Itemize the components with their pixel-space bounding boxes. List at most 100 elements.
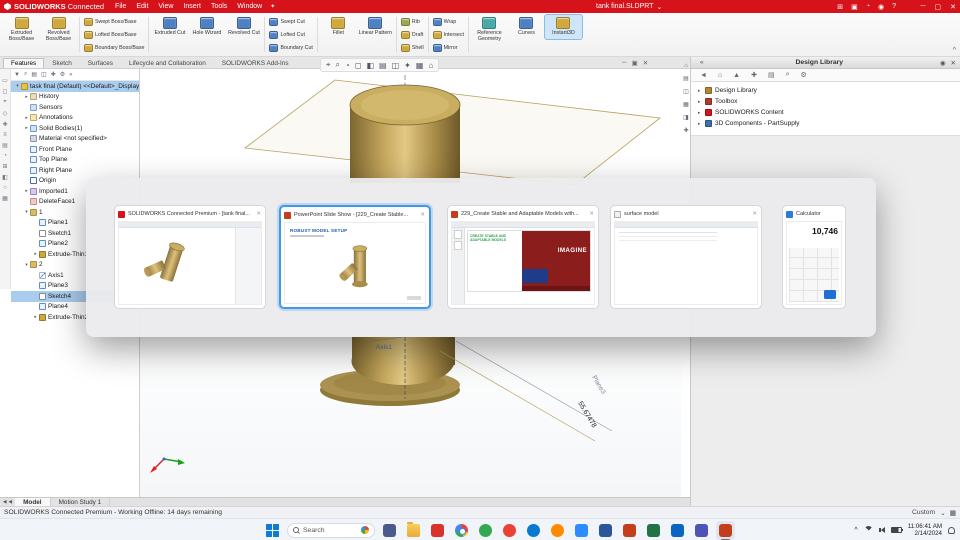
notifications-icon[interactable]	[948, 526, 955, 534]
tab-scroll-arrows[interactable]: ◀ ◀	[0, 499, 15, 505]
commandmanager-tab[interactable]: Lifecycle and Collaboration	[121, 58, 214, 68]
tree-item[interactable]: Material <not specified>	[11, 134, 139, 145]
tree-item[interactable]: ▸ Annotations	[11, 113, 139, 124]
hud-icon[interactable]: ⌕	[336, 60, 340, 70]
ribbon-button[interactable]: Swept Boss/Base	[82, 15, 139, 28]
taskbar-app-icon[interactable]	[476, 521, 495, 540]
tree-item[interactable]: Front Plane	[11, 144, 139, 155]
left-edge-icon[interactable]: ⌖	[3, 99, 6, 106]
ribbon-button[interactable]: Boundary Boss/Base	[82, 41, 146, 54]
task-pane-tab-icon[interactable]: ▤	[683, 75, 689, 82]
window-control-button[interactable]: ✕	[950, 3, 956, 11]
start-button[interactable]	[263, 521, 282, 540]
left-edge-icon[interactable]: ▤	[2, 142, 8, 149]
menu-item[interactable]: Insert	[178, 0, 206, 13]
library-toolbar-icon[interactable]: ▤	[768, 71, 775, 79]
tab-scroll-arrow-icon[interactable]: ◀	[8, 499, 14, 505]
library-tree-item[interactable]: ▸ 3D Components - PartSupply	[691, 118, 960, 129]
ribbon-button[interactable]: Lofted Boss/Base	[82, 28, 139, 41]
ribbon-button[interactable]: Swept Cut	[267, 15, 306, 28]
left-edge-icon[interactable]: ▭	[2, 77, 8, 84]
tree-item[interactable]: Sensors	[11, 102, 139, 113]
ribbon-button[interactable]: Mirror	[431, 41, 460, 54]
taskbar-app-icon[interactable]	[692, 521, 711, 540]
tree-toolbar-icon[interactable]: ⚙	[60, 71, 65, 78]
titlebar-icon[interactable]: ▣	[851, 3, 858, 11]
library-tree-item[interactable]: ▸ SOLIDWORKS Content	[691, 107, 960, 118]
tree-toolbar-icon[interactable]: ▼	[14, 72, 20, 78]
battery-icon[interactable]	[890, 527, 903, 533]
expand-arrow-icon[interactable]: ▸	[23, 94, 30, 100]
switcher-card-solidworks[interactable]: SOLIDWORKS Connected Premium - [tank fin…	[114, 205, 266, 309]
left-edge-icon[interactable]: ◻	[3, 88, 8, 95]
menu-item[interactable]: Window	[232, 0, 267, 13]
menu-item[interactable]: Tools	[206, 0, 232, 13]
commandmanager-tab[interactable]: Surfaces	[80, 58, 121, 68]
status-icon[interactable]: ⌄	[940, 509, 946, 517]
library-toolbar-icon[interactable]: ⌕	[786, 71, 790, 79]
library-toolbar-icon[interactable]: ⌂	[718, 72, 722, 79]
ribbon-collapse-button[interactable]: ^	[953, 47, 956, 54]
task-pane-tab-icon[interactable]: ✚	[683, 127, 688, 134]
task-pane-tab-icon[interactable]: ⌂	[684, 63, 688, 69]
hud-icon[interactable]: ▦	[416, 61, 424, 70]
ribbon-button[interactable]: Lofted Cut	[267, 28, 306, 41]
ribbon-button[interactable]: Extruded Boss/Base	[3, 15, 40, 45]
taskbar-app-icon[interactable]	[716, 520, 735, 540]
tree-toolbar-icon[interactable]: ✚	[51, 71, 56, 78]
library-toolbar-icon[interactable]: ⚙	[801, 71, 807, 79]
ribbon-button[interactable]: Linear Pattern	[357, 15, 394, 39]
left-edge-icon[interactable]: ✚	[2, 121, 7, 128]
ribbon-button[interactable]: Wrap	[431, 15, 459, 28]
commandmanager-tab[interactable]: Sketch	[44, 58, 80, 68]
hud-icon[interactable]: ▤	[379, 61, 387, 70]
ribbon-button[interactable]: Extruded Cut	[151, 15, 188, 39]
ribbon-button[interactable]: Boundary Cut	[267, 41, 314, 54]
task-pane-tab-icon[interactable]: ◫	[683, 88, 689, 95]
commandmanager-tab[interactable]: SOLIDWORKS Add-Ins	[214, 58, 297, 68]
ribbon-button[interactable]: Instant3D	[543, 14, 583, 40]
hud-icon[interactable]: ◔	[345, 61, 350, 70]
tree-item[interactable]: Right Plane	[11, 165, 139, 176]
panel-pin-icon[interactable]: ◉	[940, 59, 946, 67]
left-edge-icon[interactable]: ○	[3, 185, 7, 191]
taskbar-clock[interactable]: 11:06:41 AM 2/14/2024	[908, 523, 942, 538]
titlebar-icon[interactable]: ?	[892, 3, 896, 10]
status-icon[interactable]: ▦	[950, 509, 956, 517]
hud-icon[interactable]: ◫	[392, 61, 400, 70]
menu-item[interactable]: View	[153, 0, 178, 13]
left-edge-icon[interactable]: ◔	[3, 153, 7, 159]
card-close-button[interactable]: ✕	[588, 211, 595, 217]
menu-item[interactable]: Edit	[131, 0, 153, 13]
task-pane-tab-icon[interactable]: ◨	[683, 114, 689, 121]
left-edge-icon[interactable]: ◇	[3, 110, 8, 117]
switcher-card-surface-model[interactable]: surface model ✕	[610, 205, 762, 309]
tree-toolbar-icon[interactable]: »	[69, 72, 72, 78]
ribbon-button[interactable]: Revolved Cut	[225, 15, 262, 39]
taskbar-app-icon[interactable]	[668, 521, 687, 540]
ribbon-button[interactable]: Rib	[399, 15, 422, 28]
taskbar-app-icon[interactable]	[620, 521, 639, 540]
tree-toolbar-icon[interactable]: ⌕	[24, 71, 27, 78]
left-edge-icon[interactable]: ≡	[3, 132, 7, 138]
expand-arrow-icon[interactable]: ▸	[32, 314, 39, 320]
taskbar-app-icon[interactable]	[644, 521, 663, 540]
tree-item[interactable]: ▸ History	[11, 92, 139, 103]
taskbar-app-icon[interactable]	[548, 521, 567, 540]
card-close-button[interactable]: ✕	[419, 212, 426, 218]
taskbar-app-icon[interactable]	[596, 521, 615, 540]
expand-arrow-icon[interactable]: ▸	[23, 188, 30, 194]
library-toolbar-icon[interactable]: ✚	[751, 71, 757, 79]
switcher-card-powerpoint-show[interactable]: PowerPoint Slide Show - [229_Create Stab…	[279, 205, 431, 309]
document-window-control[interactable]: ▣	[632, 59, 638, 67]
panel-close-icon[interactable]: ✕	[951, 59, 956, 67]
network-icon[interactable]	[863, 525, 873, 535]
ribbon-button[interactable]: Curves	[508, 15, 545, 39]
library-toolbar-icon[interactable]: ◄	[700, 72, 707, 79]
ribbon-button[interactable]: Shell	[399, 41, 426, 54]
task-pane-tab-icon[interactable]: ▦	[683, 101, 689, 108]
document-window-control[interactable]: ─	[622, 59, 627, 67]
taskbar-app-icon[interactable]	[572, 521, 591, 540]
taskbar-app-icon[interactable]	[524, 521, 543, 540]
titlebar-icon[interactable]: ⊞	[837, 3, 843, 11]
